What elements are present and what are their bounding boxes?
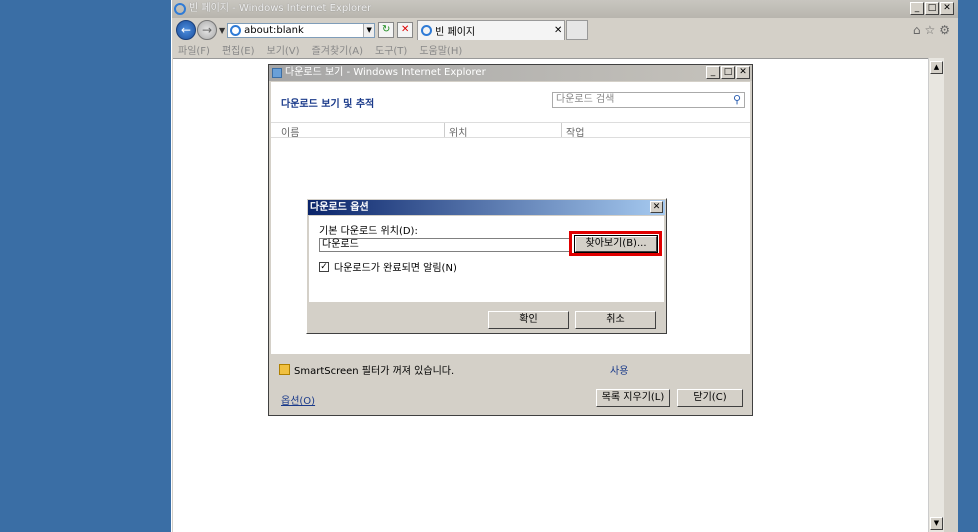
download-manager-title: 다운로드 보기 - Windows Internet Explorer <box>285 67 486 78</box>
notify-on-complete-option[interactable]: ✓ 다운로드가 완료되면 알림(N) <box>319 259 457 274</box>
close-dm-button[interactable]: 닫기(C) <box>677 389 743 407</box>
vertical-scrollbar[interactable]: ▲ ▼ <box>928 58 944 532</box>
notify-checkbox[interactable]: ✓ <box>319 261 329 272</box>
tab-close-icon[interactable]: ✕ <box>552 25 564 36</box>
column-divider <box>561 123 562 137</box>
download-manager-heading: 다운로드 보기 및 추적 <box>281 99 375 110</box>
stop-button[interactable]: ✕ <box>397 22 414 38</box>
minimize-button[interactable]: _ <box>910 2 924 15</box>
shield-warning-icon <box>279 364 290 375</box>
favorites-icon[interactable]: ☆ <box>924 23 935 37</box>
refresh-button[interactable]: ↻ <box>378 22 395 38</box>
dm-close-button[interactable]: ✕ <box>736 66 750 79</box>
smartscreen-text: SmartScreen 필터가 꺼져 있습니다. <box>294 366 455 377</box>
clear-list-button[interactable]: 목록 지우기(L) <box>596 389 670 407</box>
address-dropdown-icon[interactable]: ▼ <box>363 23 375 37</box>
forward-button[interactable]: → <box>197 20 217 40</box>
tab-label: 빈 페이지 <box>435 27 476 38</box>
download-manager-icon <box>272 68 282 78</box>
page-icon <box>230 24 242 36</box>
scroll-down-button[interactable]: ▼ <box>930 517 943 530</box>
ie-titlebar: 빈 페이지 - Windows Internet Explorer _ □ ✕ <box>172 0 958 18</box>
download-manager-controls: _ □ ✕ <box>706 66 750 79</box>
download-options-title: 다운로드 옵션 <box>310 202 369 213</box>
column-location[interactable]: 위치 <box>449 124 467 139</box>
ok-button[interactable]: 확인 <box>488 311 569 329</box>
dm-minimize-button[interactable]: _ <box>706 66 720 79</box>
tab-page-icon <box>421 25 433 36</box>
column-actions[interactable]: 작업 <box>566 124 584 139</box>
download-manager-footer: 옵션(O) 목록 지우기(L) 닫기(C) <box>271 381 750 414</box>
column-divider <box>444 123 445 137</box>
ie-window-controls: _ □ ✕ <box>910 2 954 15</box>
menu-favorites[interactable]: 즐겨찾기(A) <box>312 42 363 57</box>
ie-logo-icon <box>174 3 186 15</box>
ie-window-title: 빈 페이지 - Windows Internet Explorer <box>189 3 372 14</box>
menu-bar: 파일(F) 편집(E) 보기(V) 즐겨찾기(A) 도구(T) 도움말(H) <box>172 42 958 57</box>
options-link[interactable]: 옵션(O) <box>281 392 315 407</box>
search-placeholder: 다운로드 검색 <box>556 94 615 105</box>
address-bar[interactable]: about:blank ▼ <box>227 22 376 38</box>
menu-view[interactable]: 보기(V) <box>267 42 300 57</box>
cancel-button[interactable]: 취소 <box>575 311 656 329</box>
menu-help[interactable]: 도움말(H) <box>419 42 462 57</box>
download-options-body: 기본 다운로드 위치(D): 다운로드 찾아보기(B)... ✓ 다운로드가 완… <box>309 216 664 302</box>
maximize-button[interactable]: □ <box>925 2 939 15</box>
back-button[interactable]: ← <box>176 20 196 40</box>
menu-file[interactable]: 파일(F) <box>178 42 210 57</box>
dialog-close-button[interactable]: ✕ <box>650 201 663 213</box>
gear-icon[interactable]: ⚙ <box>939 23 950 37</box>
download-location-label: 기본 다운로드 위치(D): <box>319 226 418 237</box>
menu-edit[interactable]: 편집(E) <box>222 42 255 57</box>
tab-blank-page[interactable]: 빈 페이지 ✕ <box>417 20 566 40</box>
address-text[interactable]: about:blank <box>244 25 363 36</box>
enable-smartscreen-link[interactable]: 사용 <box>610 362 628 377</box>
download-search-input[interactable]: 다운로드 검색 ⚲ <box>552 92 745 108</box>
search-icon[interactable]: ⚲ <box>733 93 741 107</box>
close-button[interactable]: ✕ <box>940 2 954 15</box>
download-list-header: 이름 위치 작업 <box>271 122 750 139</box>
download-manager-titlebar: 다운로드 보기 - Windows Internet Explorer _ □ … <box>269 65 752 81</box>
download-options-titlebar: 다운로드 옵션 ✕ <box>308 200 665 215</box>
toolbar-right-icons: ⌂ ☆ ⚙ <box>913 23 950 37</box>
download-options-dialog: 다운로드 옵션 ✕ 기본 다운로드 위치(D): 다운로드 찾아보기(B)...… <box>306 198 667 334</box>
column-name[interactable]: 이름 <box>281 124 299 139</box>
scroll-up-button[interactable]: ▲ <box>930 61 943 74</box>
download-location-field[interactable]: 다운로드 <box>319 238 571 252</box>
history-dropdown-icon[interactable]: ▼ <box>219 26 225 35</box>
home-icon[interactable]: ⌂ <box>913 23 921 37</box>
new-tab-button[interactable] <box>566 20 589 40</box>
browse-button[interactable]: 찾아보기(B)... <box>574 235 658 253</box>
smartscreen-notice: SmartScreen 필터가 꺼져 있습니다. <box>279 362 454 377</box>
menu-tools[interactable]: 도구(T) <box>375 42 407 57</box>
notify-checkbox-label: 다운로드가 완료되면 알림(N) <box>334 263 457 274</box>
navigation-bar: ← → ▼ about:blank ▼ ↻ ✕ 빈 페이지 ✕ ⌂ ☆ ⚙ <box>172 18 958 42</box>
dm-maximize-button[interactable]: □ <box>721 66 735 79</box>
